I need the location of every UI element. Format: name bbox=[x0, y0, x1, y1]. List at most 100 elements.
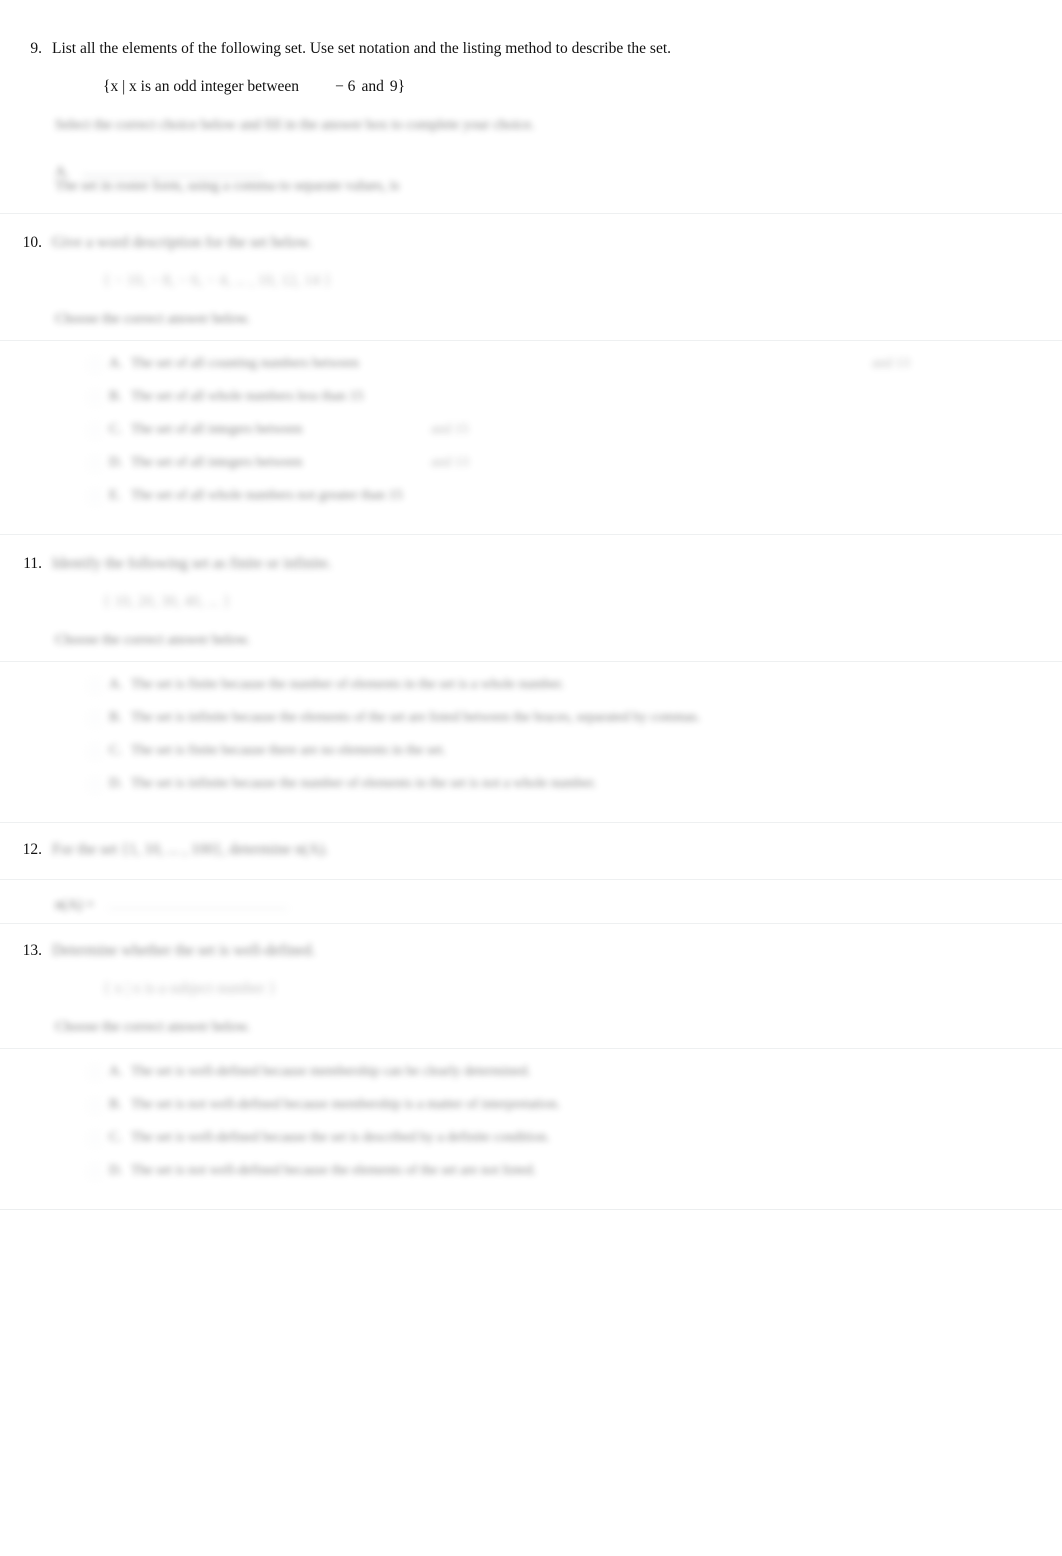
question-11-choices: A. The set is finite because the number … bbox=[88, 674, 1062, 797]
question-13-number: 13. bbox=[22, 942, 42, 959]
question-9-sub-prompt: The set in roster form, using a comma to… bbox=[55, 178, 400, 194]
choice-item[interactable]: A. The set is finite because the number … bbox=[88, 674, 1062, 698]
choice-letter: D. bbox=[109, 1163, 123, 1178]
choice-text: The set is finite because there are no e… bbox=[131, 743, 446, 758]
set-value-a: − 6 bbox=[335, 78, 356, 95]
radio-icon[interactable] bbox=[88, 778, 102, 792]
worksheet-page: 9. List all the elements of the followin… bbox=[0, 0, 1062, 1556]
choice-text: The set is infinite because the number o… bbox=[131, 776, 597, 791]
question-block-13: 13. Determine whether the set is well-de… bbox=[0, 924, 1062, 1038]
choice-item[interactable]: B. The set of all whole numbers less tha… bbox=[88, 386, 1062, 410]
choice-letter: A. bbox=[109, 677, 123, 692]
choice-text: The set is infinite because the elements… bbox=[131, 710, 701, 725]
choice-item[interactable]: A. The set of all counting numbers betwe… bbox=[88, 353, 1062, 377]
question-13-set-expression: { x | x is a subject number } bbox=[103, 980, 276, 997]
question-9-answer-input[interactable] bbox=[83, 159, 264, 176]
question-13-header: 13. Determine whether the set is well-de… bbox=[0, 940, 1062, 962]
question-11-prompt: Choose the correct answer below. bbox=[55, 632, 251, 648]
question-12-header: 12. For the set {1, 10, ... , 100}, dete… bbox=[0, 839, 1062, 861]
question-9-text: List all the elements of the following s… bbox=[52, 40, 672, 57]
choice-letter: B. bbox=[109, 1097, 122, 1112]
radio-icon[interactable] bbox=[88, 1099, 102, 1113]
radio-icon[interactable] bbox=[88, 358, 102, 372]
set-suffix: } bbox=[397, 78, 406, 95]
question-11-text: Identify the following set as finite or … bbox=[52, 555, 332, 572]
question-11-number: 11. bbox=[23, 555, 42, 572]
radio-icon[interactable] bbox=[88, 679, 102, 693]
question-10-choices: A. The set of all counting numbers betwe… bbox=[88, 353, 1062, 509]
radio-icon[interactable] bbox=[88, 1066, 102, 1080]
question-13-prompt: Choose the correct answer below. bbox=[55, 1019, 251, 1035]
set-value-b: 9 bbox=[389, 78, 398, 95]
choice-letter: C. bbox=[109, 422, 122, 437]
radio-icon[interactable] bbox=[88, 745, 102, 759]
question-block-12: 12. For the set {1, 10, ... , 100}, dete… bbox=[0, 823, 1062, 861]
choice-item[interactable]: E. The set of all whole numbers not grea… bbox=[88, 485, 1062, 509]
question-9-header: 9. List all the elements of the followin… bbox=[0, 38, 1062, 60]
choice-letter: C. bbox=[109, 743, 122, 758]
question-9-number: 9. bbox=[30, 40, 42, 57]
question-12-text: For the set {1, 10, ... , 100}, determin… bbox=[52, 841, 329, 858]
question-12-answer-input[interactable] bbox=[108, 892, 289, 909]
choice-item[interactable]: C. The set is finite because there are n… bbox=[88, 740, 1062, 764]
radio-icon[interactable] bbox=[88, 457, 102, 471]
choice-item[interactable]: D. The set is not well-defined because t… bbox=[88, 1160, 1062, 1184]
choice-letter: B. bbox=[109, 389, 122, 404]
choice-item[interactable]: D. The set of all integers between and 1… bbox=[88, 452, 1062, 476]
question-13-choices: A. The set is well-defined because membe… bbox=[88, 1061, 1062, 1184]
choice-letter: A. bbox=[109, 356, 123, 371]
radio-icon[interactable] bbox=[88, 391, 102, 405]
divider-question-12-answer bbox=[0, 879, 1062, 880]
choice-item[interactable]: C. The set of all integers between and 1… bbox=[88, 419, 1062, 443]
choice-text: The set is well-defined because the set … bbox=[131, 1130, 550, 1145]
question-10-text: Give a word description for the set belo… bbox=[52, 234, 312, 251]
choice-text: The set of all integers between bbox=[131, 455, 303, 470]
choice-item[interactable]: C. The set is well-defined because the s… bbox=[88, 1127, 1062, 1151]
choice-text: The set is not well-defined because memb… bbox=[131, 1097, 561, 1112]
choice-tail: and 13 bbox=[431, 455, 469, 470]
choice-text: The set of all counting numbers between bbox=[131, 356, 359, 371]
question-10-number: 10. bbox=[22, 234, 42, 251]
question-12-answer-row: n(A) = bbox=[55, 892, 1062, 914]
divider-page-bottom bbox=[0, 1209, 1062, 1210]
choice-text: The set is not well-defined because the … bbox=[131, 1163, 537, 1178]
question-10-set-expression: { − 10, − 8, − 6, − 4, ... , 10, 12, 14 … bbox=[103, 272, 332, 289]
radio-icon[interactable] bbox=[88, 1132, 102, 1146]
choice-text: The set of all whole numbers not greater… bbox=[131, 488, 403, 503]
choice-letter: E. bbox=[109, 488, 122, 503]
question-13-text: Determine whether the set is well-define… bbox=[52, 942, 316, 959]
question-block-11: 11. Identify the following set as finite… bbox=[0, 535, 1062, 651]
radio-icon[interactable] bbox=[88, 712, 102, 726]
question-10-prompt: Choose the correct answer below. bbox=[55, 311, 251, 327]
choice-letter: D. bbox=[109, 776, 123, 791]
divider-question-10-choices bbox=[0, 340, 1062, 341]
question-9-prompt: Select the correct choice below and fill… bbox=[55, 117, 535, 133]
question-11-set-expression: { 10, 20, 30, 40, ... } bbox=[103, 593, 231, 610]
choice-item[interactable]: B. The set is not well-defined because m… bbox=[88, 1094, 1062, 1118]
choice-item[interactable]: D. The set is infinite because the numbe… bbox=[88, 773, 1062, 797]
choice-text: The set is well-defined because membersh… bbox=[131, 1064, 531, 1079]
set-and: and bbox=[361, 78, 384, 95]
choice-tail: and 13 bbox=[872, 356, 910, 371]
radio-icon[interactable] bbox=[88, 1165, 102, 1179]
choice-item[interactable]: A. The set is well-defined because membe… bbox=[88, 1061, 1062, 1085]
choice-item[interactable]: B. The set is infinite because the eleme… bbox=[88, 707, 1062, 731]
question-block-9: 9. List all the elements of the followin… bbox=[0, 0, 1062, 197]
choice-letter: D. bbox=[109, 455, 123, 470]
choice-letter: C. bbox=[109, 1130, 122, 1145]
choice-letter: A. bbox=[109, 1064, 123, 1079]
choice-tail: and 15 bbox=[431, 422, 469, 437]
question-10-header: 10. Give a word description for the set … bbox=[0, 232, 1062, 254]
divider-question-11-choices bbox=[0, 661, 1062, 662]
radio-icon[interactable] bbox=[88, 490, 102, 504]
question-11-header: 11. Identify the following set as finite… bbox=[0, 553, 1062, 575]
question-12-number: 12. bbox=[22, 841, 42, 858]
choice-letter: B. bbox=[109, 710, 122, 725]
choice-text: The set of all whole numbers less than 1… bbox=[131, 389, 364, 404]
question-9-set-expression: {x | x is an odd integer between − 6 and 9} bbox=[103, 76, 1062, 98]
question-12-answer-label: n(A) = bbox=[55, 897, 95, 913]
radio-icon[interactable] bbox=[88, 424, 102, 438]
choice-text: The set of all integers between bbox=[131, 422, 303, 437]
divider-question-13-choices bbox=[0, 1048, 1062, 1049]
choice-text: The set is finite because the number of … bbox=[131, 677, 565, 692]
